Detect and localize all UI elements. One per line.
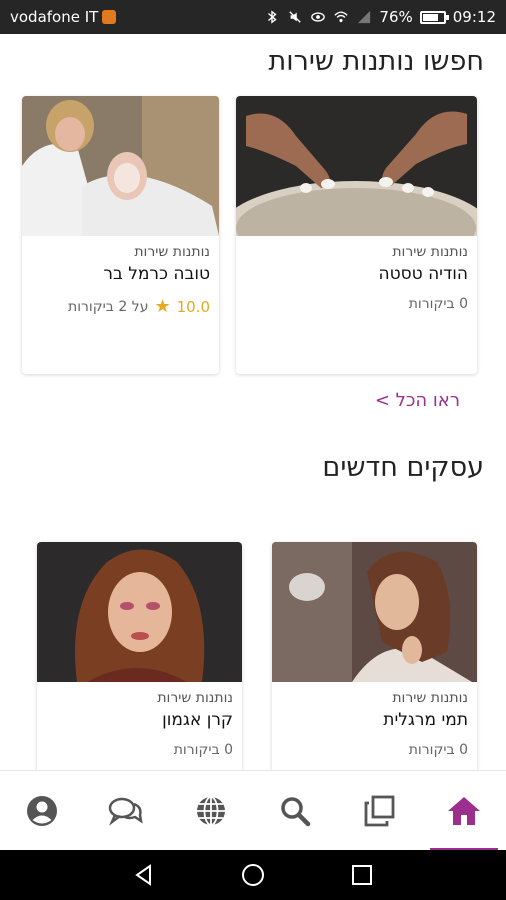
battery-icon xyxy=(419,10,449,24)
bottom-nav xyxy=(0,770,506,851)
carrier: vodafone IT xyxy=(10,8,117,26)
rating-score: 10.0 xyxy=(176,297,210,316)
signal-icon xyxy=(358,10,371,24)
business-photo[interactable] xyxy=(37,542,242,682)
business-reviews: 0 ביקורות xyxy=(281,742,468,758)
android-nav-bar xyxy=(0,850,506,900)
provider-name: הודיה טסטה xyxy=(378,264,468,284)
nav-explore[interactable] xyxy=(169,771,253,851)
business-name: קרן אגמון xyxy=(162,710,233,730)
nav-chat[interactable] xyxy=(84,771,168,851)
globe-icon xyxy=(196,795,225,826)
carrier-name: vodafone IT xyxy=(10,8,99,26)
status-bar: vodafone IT 76% 09:12 xyxy=(0,0,506,34)
wifi-icon xyxy=(334,11,349,23)
provider-category: נותנות שירות xyxy=(392,244,468,260)
business-name: תמי מרגלית xyxy=(383,710,468,730)
home-icon xyxy=(447,796,480,825)
recents-icon[interactable] xyxy=(350,863,374,887)
portrait-photo xyxy=(272,542,477,682)
reviews-count: 0 ביקורות xyxy=(408,296,468,312)
bluetooth-icon xyxy=(268,10,278,24)
reviews-count: 0 ביקורות xyxy=(408,742,468,758)
clock: 09:12 xyxy=(452,8,496,26)
nav-categories[interactable] xyxy=(337,771,421,851)
see-all-link[interactable]: ראו הכל > xyxy=(375,390,460,411)
star-icon: ★ xyxy=(154,296,171,317)
eye-icon xyxy=(311,12,326,22)
nav-home[interactable] xyxy=(422,771,506,851)
reviews-count: על 2 ביקורות xyxy=(68,298,149,315)
reviews-count: 0 ביקורות xyxy=(173,742,233,758)
provider-name: טובה כרמל בר xyxy=(103,264,210,284)
manicure-photo xyxy=(236,96,477,236)
provider-category: נותנות שירות xyxy=(134,244,210,260)
business-reviews: 0 ביקורות xyxy=(46,742,233,758)
back-icon[interactable] xyxy=(132,863,156,887)
search-icon xyxy=(281,796,311,826)
portrait-photo xyxy=(37,542,242,682)
provider-reviews: 0 ביקורות xyxy=(245,296,468,312)
home-circle-icon[interactable] xyxy=(241,863,265,887)
nav-profile[interactable] xyxy=(0,771,84,851)
provider-photo[interactable] xyxy=(22,96,219,236)
business-card[interactable]: נותנות שירות קרן אגמון 0 ביקורות xyxy=(37,542,242,770)
provider-card[interactable]: נותנות שירות הודיה טסטה 0 ביקורות xyxy=(236,96,477,374)
provider-photo[interactable] xyxy=(236,96,477,236)
business-photo[interactable] xyxy=(272,542,477,682)
battery-percent: 76% xyxy=(379,8,413,26)
business-category: נותנות שירות xyxy=(392,690,468,706)
business-card[interactable]: נותנות שירות תמי מרגלית 0 ביקורות xyxy=(272,542,477,770)
profile-icon xyxy=(27,795,58,826)
new-businesses-title: עסקים חדשים xyxy=(322,452,484,483)
provider-card[interactable]: נותנות שירות טובה כרמל בר 10.0 ★ על 2 בי… xyxy=(22,96,219,374)
mute-icon xyxy=(289,11,302,23)
chat-icon xyxy=(109,797,144,826)
status-icons: 76% 09:12 xyxy=(264,8,496,26)
carrier-app-icon xyxy=(102,10,117,24)
nav-search[interactable] xyxy=(253,771,337,851)
main-content[interactable]: חפשו נותנות שירות נותנות שירות הודיה טסט… xyxy=(0,34,506,770)
facial-treatment-photo xyxy=(22,96,219,236)
copy-icon xyxy=(365,795,395,826)
business-category: נותנות שירות xyxy=(157,690,233,706)
provider-rating: 10.0 ★ על 2 ביקורות xyxy=(31,296,210,317)
providers-section-title: חפשו נותנות שירות xyxy=(268,46,485,77)
battery-level-fill xyxy=(422,13,438,21)
